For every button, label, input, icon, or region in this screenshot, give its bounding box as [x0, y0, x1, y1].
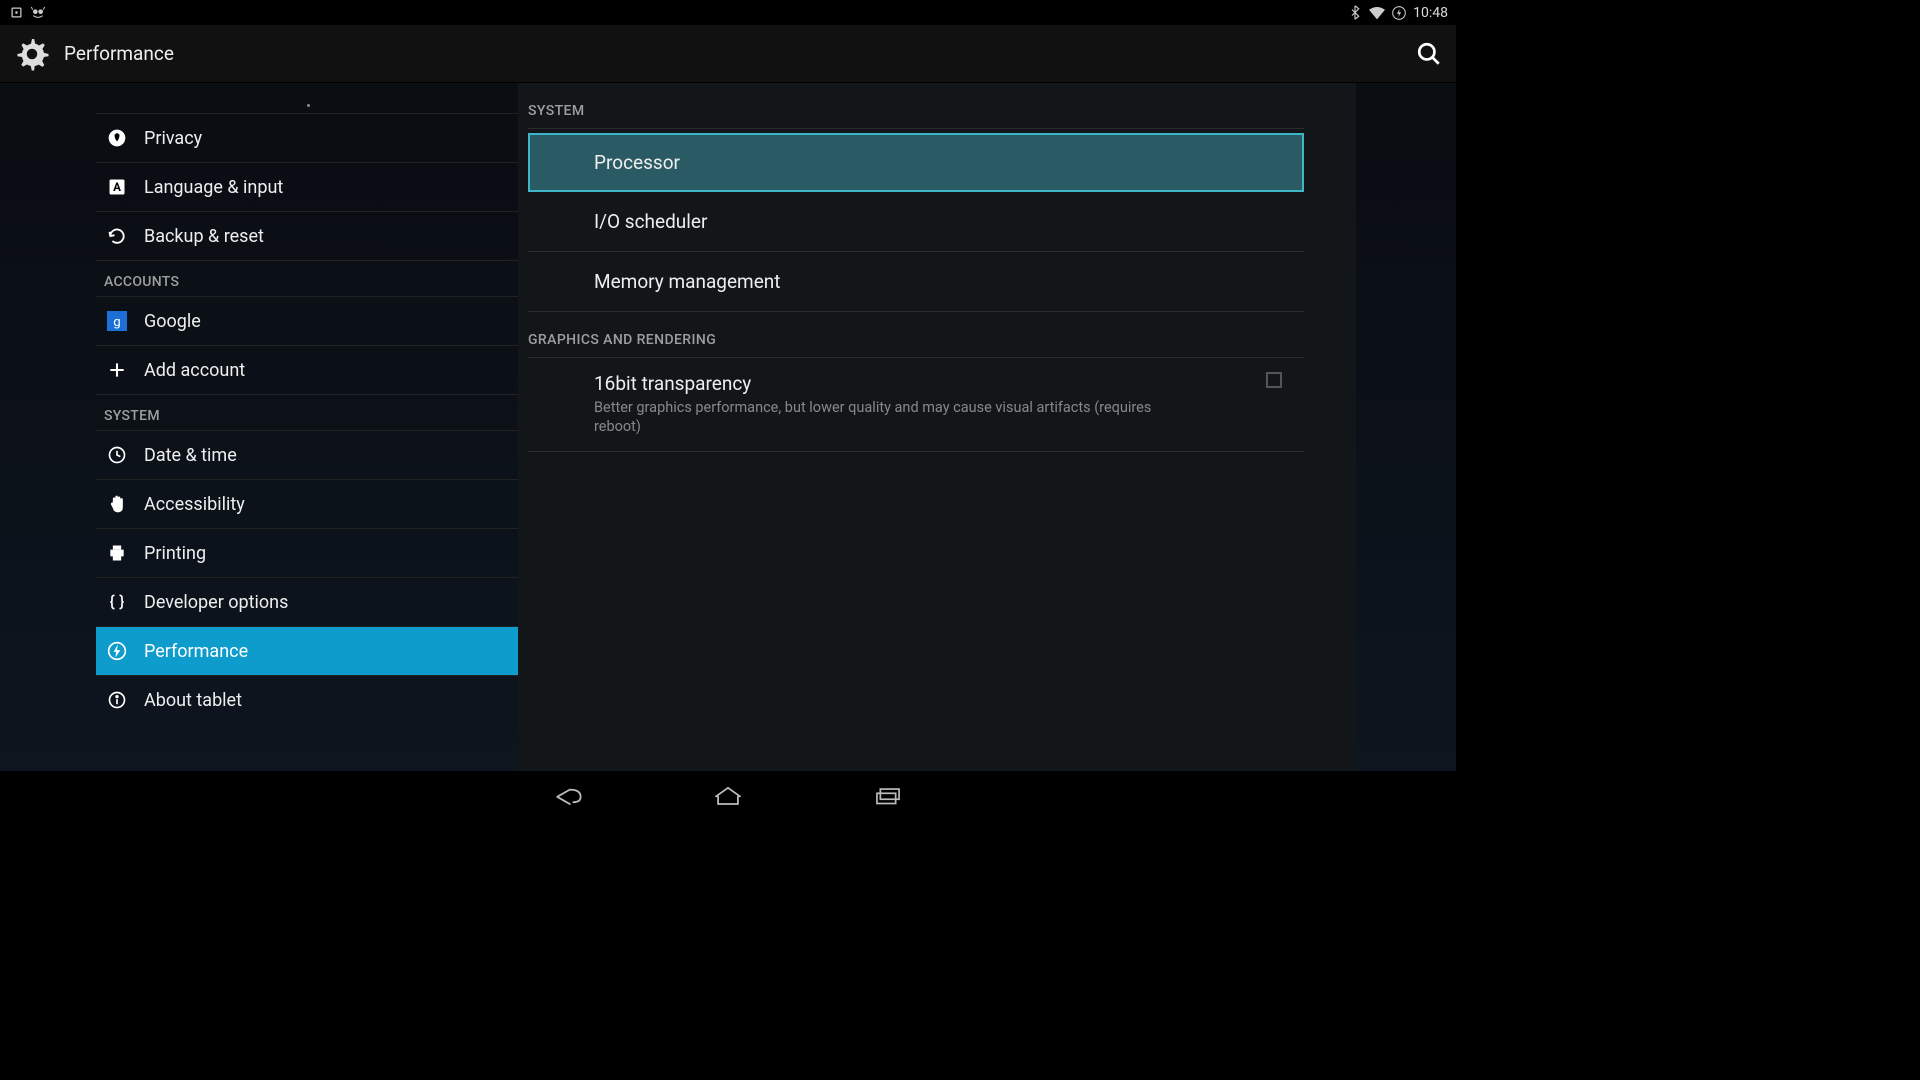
checkbox-16bit[interactable]: [1266, 372, 1282, 388]
detail-section-graphics: GRAPHICS AND RENDERING: [528, 312, 1304, 358]
sidebar-item-label: Backup & reset: [144, 226, 264, 247]
detail-item-title: 16bit transparency: [594, 372, 1154, 395]
sidebar-item-label: Date & time: [144, 445, 237, 466]
sidebar-item-developer[interactable]: Developer options: [96, 577, 518, 626]
sidebar-item-add-account[interactable]: Add account: [96, 345, 518, 394]
search-icon[interactable]: [1416, 41, 1442, 67]
status-left: [8, 5, 46, 21]
detail-item-memory[interactable]: Memory management: [528, 252, 1304, 312]
sidebar-item-language[interactable]: A Language & input: [96, 162, 518, 211]
detail-panel: SYSTEM Processor I/O scheduler Memory ma…: [518, 83, 1356, 771]
sidebar-item-label: About tablet: [144, 690, 242, 711]
back-button[interactable]: [548, 781, 588, 809]
braces-icon: [106, 591, 128, 613]
svg-text:A: A: [113, 180, 121, 194]
sidebar-item-label: Printing: [144, 543, 206, 564]
sidebar-item-accessibility[interactable]: Accessibility: [96, 479, 518, 528]
sidebar-item-label: Performance: [144, 641, 248, 662]
sidebar-item-privacy[interactable]: Privacy: [96, 113, 518, 162]
detail-item-title: I/O scheduler: [594, 210, 707, 233]
sidebar-item-backup[interactable]: Backup & reset: [96, 211, 518, 260]
nav-bar: [0, 771, 1456, 819]
sidebar-item-printing[interactable]: Printing: [96, 528, 518, 577]
sidebar[interactable]: Privacy A Language & input Backup & rese…: [0, 83, 518, 771]
detail-item-title: Memory management: [594, 270, 780, 293]
detail-item-title: Processor: [594, 151, 680, 174]
svg-text:g: g: [113, 315, 120, 330]
detail-item-16bit-transparency[interactable]: 16bit transparency Better graphics perfo…: [528, 358, 1304, 452]
google-icon: g: [106, 310, 128, 332]
sidebar-header-accounts: ACCOUNTS: [96, 261, 518, 296]
printer-icon: [106, 542, 128, 564]
backup-icon: [106, 225, 128, 247]
status-right: 10:48: [1347, 5, 1448, 21]
bolt-icon: [106, 640, 128, 662]
detail-item-io-scheduler[interactable]: I/O scheduler: [528, 192, 1304, 252]
detail-item-subtitle: Better graphics performance, but lower q…: [594, 399, 1154, 437]
status-time: 10:48: [1413, 5, 1448, 21]
sidebar-item-label: Accessibility: [144, 494, 245, 515]
action-bar: Performance: [0, 25, 1456, 83]
hand-icon: [106, 493, 128, 515]
sidebar-item-partial[interactable]: [96, 83, 518, 113]
battery-charging-icon: [1391, 5, 1407, 21]
sidebar-item-date-time[interactable]: Date & time: [96, 430, 518, 479]
sidebar-item-performance[interactable]: Performance: [96, 626, 518, 675]
status-bar: 10:48: [0, 0, 1456, 25]
sidebar-item-about[interactable]: About tablet: [96, 675, 518, 724]
settings-gear-icon: [14, 36, 50, 72]
sidebar-item-label: Google: [144, 311, 201, 332]
clock-icon: [106, 444, 128, 466]
detail-item-processor[interactable]: Processor: [528, 133, 1304, 192]
sidebar-item-label: Developer options: [144, 592, 288, 613]
shield-icon: [106, 127, 128, 149]
home-button[interactable]: [708, 781, 748, 809]
wifi-icon: [1369, 5, 1385, 21]
sidebar-item-label: Privacy: [144, 128, 202, 149]
auto-rotate-icon: [8, 5, 24, 21]
info-icon: [106, 689, 128, 711]
sidebar-item-label: Language & input: [144, 177, 283, 198]
bluetooth-icon: [1347, 5, 1363, 21]
action-bar-title: Performance: [64, 42, 174, 65]
sidebar-item-label: Add account: [144, 360, 245, 381]
recent-apps-button[interactable]: [868, 781, 908, 809]
plus-icon: [106, 359, 128, 381]
main-content: Privacy A Language & input Backup & rese…: [0, 83, 1456, 771]
language-icon: A: [106, 176, 128, 198]
cyanogen-icon: [30, 5, 46, 21]
sidebar-header-system: SYSTEM: [96, 395, 518, 430]
detail-section-system: SYSTEM: [528, 83, 1304, 129]
sidebar-item-google[interactable]: g Google: [96, 296, 518, 345]
